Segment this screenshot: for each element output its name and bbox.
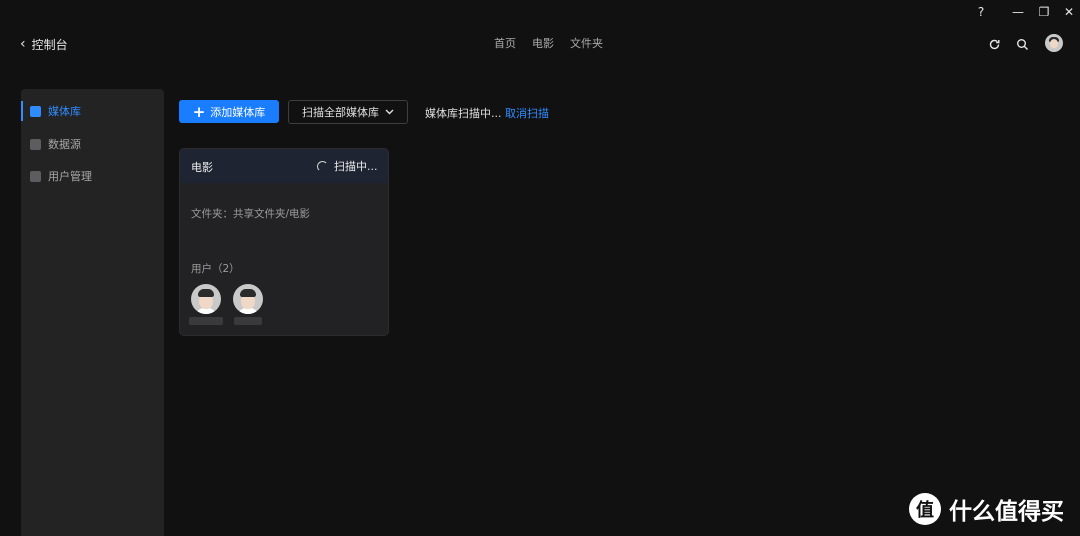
user-name-redacted [234, 317, 262, 325]
nav-folders[interactable]: 文件夹 [570, 35, 603, 51]
watermark: 值 什么值得买 [909, 492, 1064, 526]
data-source-icon [30, 138, 41, 150]
scan-status-text: 媒体库扫描中... [425, 107, 502, 120]
add-library-label: 添加媒体库 [210, 105, 266, 119]
avatar-hair [240, 289, 256, 297]
spinner-icon [317, 160, 328, 172]
avatar-hair [198, 289, 214, 297]
sidebar-item-label: 媒体库 [48, 105, 81, 118]
media-library-icon [30, 105, 41, 117]
nav-home[interactable]: 首页 [494, 35, 516, 51]
library-card[interactable]: 电影 扫描中... 文件夹：共享文件夹/电影 用户（2） [179, 148, 389, 336]
user-name-redacted [189, 317, 223, 325]
library-card-status: 扫描中... [317, 158, 378, 174]
plus-icon: + [192, 102, 206, 121]
minimize-icon[interactable]: — [1010, 4, 1026, 20]
chevron-down-icon [385, 109, 394, 115]
scan-all-label: 扫描全部媒体库 [302, 106, 379, 119]
chevron-left-icon: ‹ [20, 36, 26, 52]
refresh-icon[interactable] [986, 36, 1002, 52]
nav-movies[interactable]: 电影 [532, 35, 554, 51]
library-card-status-text: 扫描中... [334, 160, 378, 173]
close-icon[interactable]: ✕ [1061, 4, 1077, 20]
library-card-folder: 文件夹：共享文件夹/电影 [191, 208, 311, 220]
sidebar-item-data-source[interactable]: 数据源 [21, 132, 164, 156]
watermark-logo: 值 [909, 493, 941, 525]
avatar-face [1050, 39, 1058, 48]
user-management-icon [30, 170, 41, 182]
sidebar: 媒体库 数据源 用户管理 [21, 89, 164, 536]
help-icon[interactable]: ? [973, 4, 989, 20]
watermark-text: 什么值得买 [949, 499, 1064, 525]
sidebar-item-label: 数据源 [48, 138, 81, 151]
restore-icon[interactable]: ❐ [1036, 4, 1052, 20]
sidebar-item-media-library[interactable]: 媒体库 [21, 99, 164, 123]
back-label: 控制台 [31, 37, 68, 52]
sidebar-item-label: 用户管理 [48, 170, 92, 183]
search-icon[interactable] [1014, 36, 1030, 52]
library-card-title: 电影 [191, 161, 213, 174]
add-library-button[interactable]: + 添加媒体库 [179, 100, 279, 123]
cancel-scan-link[interactable]: 取消扫描 [505, 105, 549, 121]
back-button[interactable]: ‹ 控制台 [20, 36, 68, 52]
library-card-users-label: 用户（2） [191, 263, 240, 275]
sidebar-item-user-management[interactable]: 用户管理 [21, 164, 164, 188]
top-nav: 首页 电影 文件夹 [494, 35, 603, 51]
user-avatar[interactable] [233, 284, 263, 314]
avatar[interactable] [1045, 34, 1063, 52]
user-avatar[interactable] [191, 284, 221, 314]
scan-all-dropdown[interactable]: 扫描全部媒体库 [288, 100, 408, 124]
